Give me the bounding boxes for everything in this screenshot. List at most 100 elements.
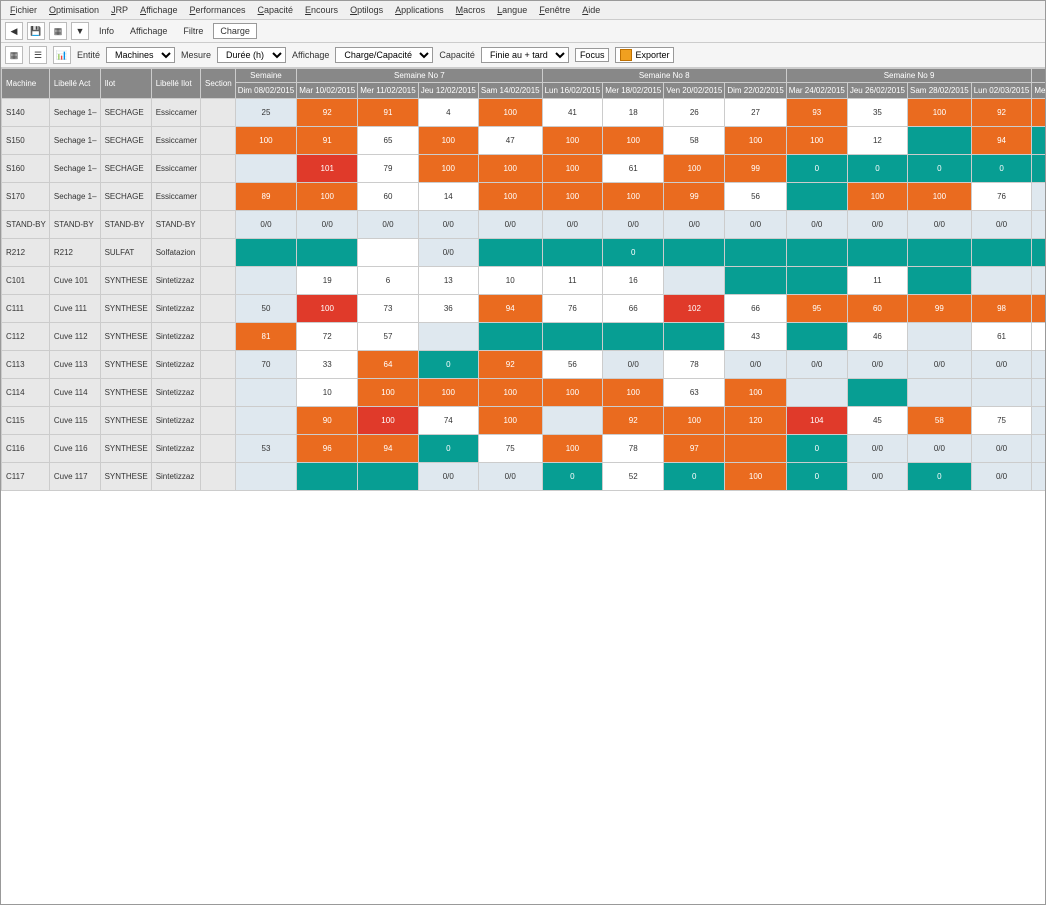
capacity-cell[interactable]: 18 [603,99,664,127]
capacity-cell[interactable]: 100 [478,183,542,211]
capacity-cell[interactable] [1032,239,1045,267]
capacity-cell[interactable]: 0/0 [847,211,907,239]
capacity-cell[interactable]: 0/0 [847,435,907,463]
capacity-cell[interactable]: 99 [908,295,972,323]
capacity-cell[interactable]: 100 [603,183,664,211]
capacity-cell[interactable]: 100 [478,99,542,127]
capacity-cell[interactable]: 99 [1032,295,1045,323]
capacity-cell[interactable]: 100 [603,127,664,155]
capacity-cell[interactable]: 97 [664,435,725,463]
capacity-cell[interactable]: 25 [235,99,296,127]
capacity-cell[interactable]: 52 [603,463,664,491]
capacity-cell[interactable]: 100 [847,183,907,211]
capacity-cell[interactable] [542,407,603,435]
capacity-cell[interactable]: 101 [297,155,358,183]
capacity-cell[interactable] [1032,407,1045,435]
capacity-cell[interactable]: 0 [971,155,1032,183]
capacity-cell[interactable]: 75 [478,435,542,463]
grid-icon[interactable]: ▦ [49,22,67,40]
capacity-cell[interactable]: 0/0 [908,435,972,463]
menu-jrp[interactable]: JRP [106,3,133,17]
capacity-cell[interactable]: 58 [908,407,972,435]
menu-fichier[interactable]: Fichier [5,3,42,17]
capacity-cell[interactable]: 100 [418,127,478,155]
capacity-cell[interactable]: 46 [847,323,907,351]
capacity-cell[interactable]: 0/0 [418,463,478,491]
capacity-cell[interactable]: 0/0 [971,351,1032,379]
capacity-cell[interactable] [725,239,786,267]
view-grid-icon[interactable]: ▦ [5,46,23,64]
capacity-cell[interactable]: 0 [1032,155,1045,183]
capacity-cell[interactable]: 61 [603,155,664,183]
capacity-cell[interactable]: 0/0 [971,211,1032,239]
capacity-cell[interactable]: 100 [603,379,664,407]
capacity-cell[interactable]: 100 [908,99,972,127]
capacity-cell[interactable]: 92 [971,99,1032,127]
capacity-cell[interactable]: 0/0 [847,463,907,491]
capacity-cell[interactable]: 0 [418,435,478,463]
capacity-cell[interactable] [664,323,725,351]
capacity-cell[interactable] [418,323,478,351]
capacity-cell[interactable]: 100 [542,127,603,155]
capacity-cell[interactable]: 50 [235,295,296,323]
capacity-cell[interactable]: 73 [358,295,418,323]
capacity-cell[interactable]: 0/0 [908,211,972,239]
menu-optimisation[interactable]: Optimisation [44,3,104,17]
capacity-cell[interactable]: 89 [235,183,296,211]
capacity-cell[interactable] [235,155,296,183]
capacity-cell[interactable]: 95 [786,295,847,323]
capacity-cell[interactable]: 0/0 [1032,463,1045,491]
capacity-cell[interactable]: 100 [297,295,358,323]
capacity-cell[interactable] [847,379,907,407]
capacity-cell[interactable]: 79 [358,155,418,183]
tab-affichage[interactable]: Affichage [124,24,173,38]
capacity-cell[interactable]: 102 [664,295,725,323]
capacity-cell[interactable] [786,239,847,267]
capacity-cell[interactable]: 0/0 [908,351,972,379]
capacity-cell[interactable] [908,239,972,267]
menu-macros[interactable]: Macros [451,3,491,17]
tab-filtre[interactable]: Filtre [177,24,209,38]
mesure-select[interactable]: Durée (h) [217,47,286,63]
capacity-cell[interactable] [908,323,972,351]
capacity-cell[interactable]: 0 [1032,127,1045,155]
capacity-cell[interactable]: 60 [358,183,418,211]
capacity-cell[interactable]: 10 [297,379,358,407]
capacity-cell[interactable]: 10 [478,267,542,295]
capacity-cell[interactable] [1032,183,1045,211]
capacity-cell[interactable]: 100 [542,155,603,183]
affichage-select[interactable]: Charge/Capacité [335,47,433,63]
capacity-cell[interactable]: 100 [297,183,358,211]
capacity-cell[interactable] [847,239,907,267]
focus-button[interactable]: Focus [575,48,610,62]
capacity-cell[interactable] [235,407,296,435]
capacity-cell[interactable]: 0/0 [418,239,478,267]
capacity-cell[interactable]: 70 [235,351,296,379]
capacity-cell[interactable]: 0/0 [786,211,847,239]
capacity-cell[interactable] [725,435,786,463]
capacity-cell[interactable]: 90 [297,407,358,435]
capacity-cell[interactable]: 11 [542,267,603,295]
capacity-cell[interactable]: 98 [971,295,1032,323]
capacity-cell[interactable]: 91 [358,99,418,127]
capacity-cell[interactable]: 0 [603,239,664,267]
menu-capacité[interactable]: Capacité [253,3,299,17]
capacity-cell[interactable] [358,239,418,267]
capacity-cell[interactable] [908,127,972,155]
capacity-cell[interactable]: 0/0 [542,211,603,239]
capacity-cell[interactable]: 120 [725,407,786,435]
capacity-cell[interactable]: 0/0 [847,351,907,379]
capacity-cell[interactable]: 0 [664,463,725,491]
capacity-cell[interactable] [542,323,603,351]
capacity-cell[interactable]: 16 [603,267,664,295]
capacity-cell[interactable]: 100 [542,183,603,211]
capacity-cell[interactable]: 45 [847,407,907,435]
menu-affichage[interactable]: Affichage [135,3,182,17]
capacity-cell[interactable]: 0/0 [725,351,786,379]
capacity-cell[interactable] [786,183,847,211]
view-chart-icon[interactable]: 📊 [53,46,71,64]
capacity-cell[interactable]: 100 [542,435,603,463]
capacity-cell[interactable]: 60 [847,295,907,323]
capacity-cell[interactable]: 92 [478,351,542,379]
capacity-cell[interactable]: 0/0 [235,211,296,239]
